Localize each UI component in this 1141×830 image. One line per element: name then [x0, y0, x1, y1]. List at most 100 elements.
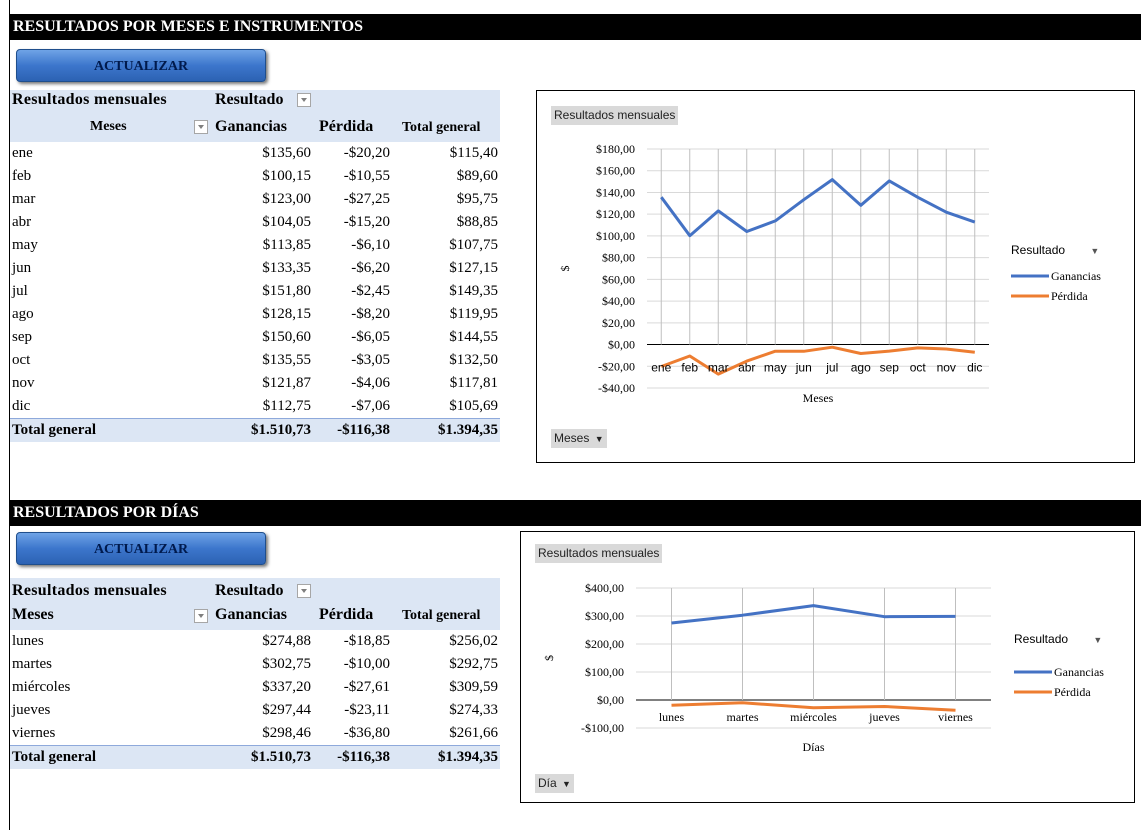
cell-perdida: -$6,20: [351, 260, 390, 276]
y-tick-label: $40,00: [602, 294, 635, 308]
cell-perdida: -$3,05: [351, 352, 390, 368]
update-days-button[interactable]: ACTUALIZAR: [16, 532, 266, 565]
y-tick-label: $100,00: [585, 665, 624, 679]
section-days-banner: RESULTADOS POR DÍAS: [10, 500, 1141, 526]
cell-ganancias: $128,15: [262, 306, 311, 322]
x-tick-label: jun: [795, 361, 812, 375]
table-row[interactable]: sep $150,60 -$6,05 $144,55: [10, 326, 500, 349]
table-row[interactable]: may $113,85 -$6,10 $107,75: [10, 234, 500, 257]
table-row[interactable]: viernes $298,46 -$36,80 $261,66: [10, 722, 500, 745]
cell-perdida: -$2,45: [351, 283, 390, 299]
x-tick-label: dic: [967, 361, 982, 375]
row-label: mar: [12, 191, 36, 207]
cell-ganancias: $298,46: [262, 725, 311, 741]
cell-total: $95,75: [456, 191, 498, 207]
legend-entry: Pérdida: [1054, 685, 1091, 699]
cell-ganancias: $151,80: [262, 283, 311, 299]
cell-total: $274,33: [449, 702, 498, 718]
table-row[interactable]: mar $123,00 -$27,25 $95,75: [10, 188, 500, 211]
table-row[interactable]: martes $302,75 -$10,00 $292,75: [10, 653, 500, 676]
x-tick-label: lunes: [659, 710, 685, 724]
cell-ganancias: $337,20: [262, 679, 311, 695]
row-label: feb: [12, 168, 32, 184]
cell-total: $149,35: [449, 283, 498, 299]
x-axis-title: Días: [803, 740, 825, 754]
cell-total: $1.394,35: [438, 422, 498, 438]
table-total-row[interactable]: Total general $1.510,73 -$116,38 $1.394,35: [10, 745, 500, 769]
days-filter-dropdown-icon[interactable]: [297, 584, 311, 598]
table-row[interactable]: abr $104,05 -$15,20 $88,85: [10, 211, 500, 234]
table-row[interactable]: oct $135,55 -$3,05 $132,50: [10, 349, 500, 372]
cell-total: $309,59: [449, 679, 498, 695]
cell-ganancias: $100,15: [262, 168, 311, 184]
cell-perdida: -$20,20: [343, 145, 390, 161]
cell-total: $1.394,35: [438, 749, 498, 765]
table-row[interactable]: dic $112,75 -$7,06 $105,69: [10, 395, 500, 418]
months-filter-dropdown-icon[interactable]: [297, 93, 311, 107]
cell-ganancias: $302,75: [262, 656, 311, 672]
months-rows-dropdown-icon[interactable]: [194, 120, 208, 134]
pivot-months-col-ganancias: Ganancias: [215, 118, 288, 135]
row-label: viernes: [12, 725, 56, 741]
cell-total: $119,95: [449, 306, 498, 322]
table-row[interactable]: nov $121,87 -$4,06 $117,81: [10, 372, 500, 395]
y-tick-label: -$100,00: [581, 721, 624, 735]
cell-ganancias: $113,85: [262, 237, 311, 253]
days-rows-dropdown-icon[interactable]: [194, 609, 208, 623]
pivot-months-col-perdida: Pérdida: [319, 118, 374, 135]
pivot-days-title: Resultados mensuales: [12, 582, 167, 599]
cell-perdida: -$27,61: [343, 679, 390, 695]
cell-total: $256,02: [449, 633, 498, 649]
row-label: jun: [12, 260, 32, 276]
cell-perdida: -$10,00: [343, 656, 390, 672]
x-tick-label: viernes: [938, 710, 973, 724]
cell-perdida: -$4,06: [351, 375, 390, 391]
legend-entry: Ganancias: [1054, 665, 1104, 679]
cell-total: $115,40: [449, 145, 498, 161]
y-tick-label: $20,00: [602, 316, 635, 330]
row-label: jul: [12, 283, 28, 299]
pivot-months-title: Resultados mensuales: [12, 91, 167, 108]
row-label: Total general: [12, 749, 97, 765]
x-tick-label: mar: [708, 361, 729, 375]
row-label: oct: [12, 352, 31, 368]
row-label: may: [12, 237, 38, 253]
cell-ganancias: $1.510,73: [251, 422, 311, 438]
pivot-months-row-header: Meses: [90, 119, 127, 134]
table-row[interactable]: jun $133,35 -$6,20 $127,15: [10, 257, 500, 280]
cell-ganancias: $135,55: [262, 352, 311, 368]
cell-total: $132,50: [449, 352, 498, 368]
row-label: nov: [12, 375, 35, 391]
pivot-months-col-total: Total general: [402, 120, 481, 135]
table-row[interactable]: jueves $297,44 -$23,11 $274,33: [10, 699, 500, 722]
row-label: Total general: [12, 422, 97, 438]
chart-months[interactable]: Resultados mensuales Meses ▼ Resultado ▼…: [536, 90, 1135, 463]
cell-perdida: -$36,80: [343, 725, 390, 741]
y-tick-label: $60,00: [602, 272, 635, 286]
table-total-row[interactable]: Total general $1.510,73 -$116,38 $1.394,35: [10, 418, 500, 442]
cell-perdida: -$10,55: [343, 168, 390, 184]
table-row[interactable]: feb $100,15 -$10,55 $89,60: [10, 165, 500, 188]
update-months-button[interactable]: ACTUALIZAR: [16, 49, 266, 82]
y-tick-label: $400,00: [585, 581, 624, 595]
chart-days[interactable]: Resultados mensuales Día ▼ Resultado ▼ -…: [520, 531, 1135, 803]
cell-ganancias: $133,35: [262, 260, 311, 276]
x-tick-label: oct: [910, 361, 927, 375]
row-label: miércoles: [12, 679, 71, 695]
cell-total: $144,55: [449, 329, 498, 345]
y-tick-label: $140,00: [596, 185, 635, 199]
x-tick-label: jul: [825, 361, 838, 375]
cell-total: $117,81: [449, 375, 498, 391]
table-row[interactable]: ago $128,15 -$8,20 $119,95: [10, 303, 500, 326]
table-row[interactable]: ene $135,60 -$20,20 $115,40: [10, 142, 500, 165]
table-row[interactable]: lunes $274,88 -$18,85 $256,02: [10, 630, 500, 653]
cell-perdida: -$116,38: [337, 749, 390, 765]
pivot-days-filter-label: Resultado: [215, 582, 284, 599]
cell-perdida: -$27,25: [343, 191, 390, 207]
cell-ganancias: $104,05: [262, 214, 311, 230]
table-row[interactable]: miércoles $337,20 -$27,61 $309,59: [10, 676, 500, 699]
cell-ganancias: $123,00: [262, 191, 311, 207]
x-tick-label: martes: [727, 710, 759, 724]
table-row[interactable]: jul $151,80 -$2,45 $149,35: [10, 280, 500, 303]
y-tick-label: $300,00: [585, 609, 624, 623]
